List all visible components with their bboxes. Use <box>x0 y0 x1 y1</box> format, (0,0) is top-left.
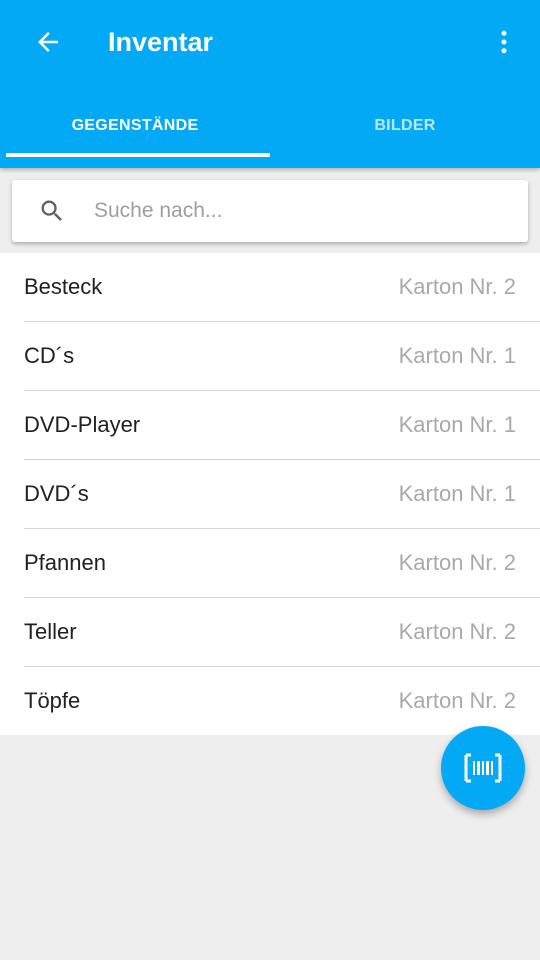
item-box: Karton Nr. 2 <box>398 688 516 713</box>
tab-label: BILDER <box>374 117 436 134</box>
list-item[interactable]: CD´s Karton Nr. 1 <box>0 322 540 391</box>
item-name: CD´s <box>24 343 75 368</box>
page-title: Inventar <box>108 27 214 57</box>
item-box: Karton Nr. 1 <box>398 481 516 506</box>
tab-label: GEGENSTÄNDE <box>71 117 199 134</box>
search-input[interactable] <box>94 191 494 231</box>
item-name: Töpfe <box>24 688 81 713</box>
list-item[interactable]: DVD´s Karton Nr. 1 <box>0 460 540 529</box>
item-name: Pfannen <box>24 550 106 575</box>
item-list: Besteck Karton Nr. 2 CD´s Karton Nr. 1 D… <box>0 253 540 735</box>
tab-bar: GEGENSTÄNDE BILDER <box>0 84 540 168</box>
app-bar: Inventar GEGENSTÄNDE BILDER <box>0 0 540 168</box>
item-box: Karton Nr. 2 <box>398 619 516 644</box>
overflow-menu-button[interactable] <box>480 18 528 66</box>
tab-bilder[interactable]: BILDER <box>270 84 540 168</box>
item-name: Teller <box>24 619 77 644</box>
item-box: Karton Nr. 2 <box>398 550 516 575</box>
item-name: DVD´s <box>24 481 89 506</box>
back-button[interactable] <box>24 18 72 66</box>
list-item[interactable]: Besteck Karton Nr. 2 <box>0 253 540 322</box>
item-box: Karton Nr. 1 <box>398 412 516 437</box>
list-item[interactable]: Töpfe Karton Nr. 2 <box>0 667 540 736</box>
barcode-scan-icon <box>464 753 502 783</box>
item-box: Karton Nr. 2 <box>398 274 516 299</box>
search-icon <box>12 180 92 242</box>
active-tab-indicator <box>6 153 270 157</box>
scan-barcode-button[interactable] <box>441 726 525 810</box>
toolbar: Inventar <box>0 0 540 84</box>
list-item[interactable]: Pfannen Karton Nr. 2 <box>0 529 540 598</box>
item-name: Besteck <box>24 274 103 299</box>
item-name: DVD-Player <box>24 412 141 437</box>
item-box: Karton Nr. 1 <box>398 343 516 368</box>
list-item[interactable]: DVD-Player Karton Nr. 1 <box>0 391 540 460</box>
more-vert-icon <box>501 30 507 54</box>
list-item[interactable]: Teller Karton Nr. 2 <box>0 598 540 667</box>
arrow-back-icon <box>38 32 58 52</box>
search-bar <box>12 180 528 242</box>
